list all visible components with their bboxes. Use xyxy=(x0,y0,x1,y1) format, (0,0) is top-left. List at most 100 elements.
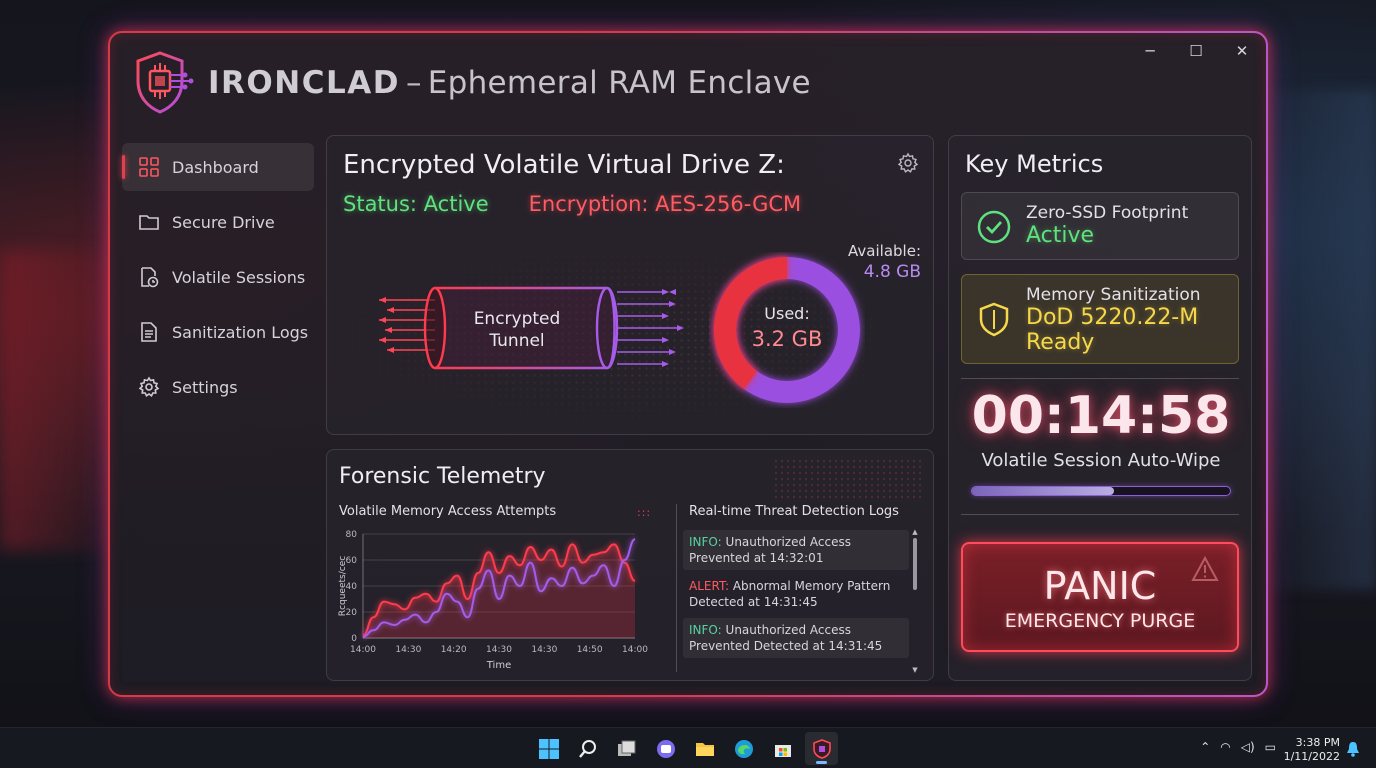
clock-time: 3:38 PM xyxy=(1295,736,1340,749)
taskbar-clock[interactable]: 3:38 PM 1/11/2022 xyxy=(1284,736,1340,764)
x-tick-label: 14:30 xyxy=(395,645,421,655)
memory-sanitization-card: Memory Sanitization DoD 5220.22-M Ready xyxy=(961,274,1239,364)
maximize-button[interactable]: ☐ xyxy=(1186,41,1206,61)
available-label: Available: xyxy=(848,242,921,260)
wifi-icon[interactable]: ◠ xyxy=(1220,740,1230,754)
threat-log-list: INFO: Unauthorized Access Prevented at 1… xyxy=(683,530,909,662)
zero-ssd-card: Zero-SSD Footprint Active xyxy=(961,192,1239,260)
ssd-label: Zero-SSD Footprint xyxy=(1026,203,1189,223)
store-icon[interactable] xyxy=(766,732,799,765)
sidebar-item-settings[interactable]: Settings xyxy=(122,363,314,411)
available-info: Available: 4.8 GB xyxy=(848,242,921,282)
chevron-up-icon[interactable]: ⌃ xyxy=(1200,740,1210,754)
log-entry[interactable]: INFO: Unauthorized Access Prevented at 1… xyxy=(683,530,909,570)
available-value: 4.8 GB xyxy=(863,262,921,282)
battery-icon[interactable]: ▭ xyxy=(1265,740,1276,754)
drive-settings-gear-icon[interactable] xyxy=(897,152,919,174)
mem-label: Memory Sanitization xyxy=(1026,285,1201,305)
progress-fill xyxy=(972,487,1114,495)
x-tick-label: 14:30 xyxy=(531,645,557,655)
scroll-up-arrow-icon[interactable]: ▲ xyxy=(911,528,919,536)
divider xyxy=(961,514,1239,515)
y-axis-label: Rcqueets/ceс xyxy=(338,556,348,616)
chart-title: Volatile Memory Access Attempts xyxy=(339,504,557,519)
used-label: Used: xyxy=(764,304,810,323)
tunnel-label: Encrypted Tunnel xyxy=(457,308,577,352)
app-subtitle: Ephemeral RAM Enclave xyxy=(427,65,811,101)
log-level: INFO: xyxy=(689,623,722,637)
timer-label: Volatile Session Auto-Wipe xyxy=(981,450,1221,471)
card-text: Zero-SSD Footprint Active xyxy=(1026,203,1188,248)
panic-emergency-purge-button[interactable]: PANIC EMERGENCY PURGE xyxy=(961,542,1239,652)
logs-title: Real-time Threat Detection Logs xyxy=(689,504,899,519)
donut-center: Used: 3.2 GB xyxy=(709,304,865,351)
metrics-title: Key Metrics xyxy=(965,150,1104,178)
system-tray: ⌃ ◠ ◁) ▭ xyxy=(1200,740,1276,754)
tunnel-label-line-2: Tunnel xyxy=(489,331,545,351)
chart-legend-icon[interactable]: ::: xyxy=(637,506,651,519)
app-title: IRONCLAD – Ephemeral RAM Enclave xyxy=(208,65,811,101)
folder-icon xyxy=(138,211,160,233)
scroll-thumb[interactable] xyxy=(913,538,917,590)
clock-date: 1/11/2022 xyxy=(1283,750,1340,763)
sidebar-item-label: Dashboard xyxy=(172,157,259,177)
sidebar-item-dashboard[interactable]: Dashboard xyxy=(122,143,314,191)
dot-pattern-decoration xyxy=(773,458,923,498)
task-view-icon[interactable] xyxy=(610,732,643,765)
warning-triangle-icon xyxy=(1191,556,1219,581)
sidebar: Dashboard Secure Drive Volatile Sessions… xyxy=(122,143,314,418)
telemetry-title: Forensic Telemetry xyxy=(339,464,546,489)
used-value: 3.2 GB xyxy=(751,327,823,351)
sidebar-item-volatile-sessions[interactable]: Volatile Sessions xyxy=(122,253,314,301)
app-window: ─ ☐ ✕ IRONCLAD – Ephemeral RAM Enclave Das… xyxy=(108,31,1268,697)
tunnel-label-line-1: Encrypted xyxy=(473,309,561,329)
window-controls: ─ ☐ ✕ xyxy=(1140,41,1252,61)
auto-wipe-timer: 00:14:58 xyxy=(971,386,1231,446)
x-tick-label: 14:00 xyxy=(622,645,648,655)
windows-start-icon[interactable] xyxy=(532,732,565,765)
x-tick-label: 14:20 xyxy=(441,645,467,655)
sidebar-item-label: Volatile Sessions xyxy=(172,267,306,287)
log-scrollbar[interactable]: ▲ ▼ xyxy=(911,528,919,674)
brand-name: IRONCLAD xyxy=(208,65,400,101)
search-icon[interactable] xyxy=(571,732,604,765)
sidebar-item-sanitization-logs[interactable]: Sanitization Logs xyxy=(122,308,314,356)
x-tick-label: 14:00 xyxy=(350,645,376,655)
title-separator: – xyxy=(405,65,422,101)
sidebar-item-secure-drive[interactable]: Secure Drive xyxy=(122,198,314,246)
document-clock-icon xyxy=(138,266,160,288)
series-area xyxy=(363,544,635,638)
mem-value-line-2: Ready xyxy=(1026,330,1095,355)
x-tick-label: 14:50 xyxy=(577,645,603,655)
dashboard-grid-icon xyxy=(138,156,160,178)
document-lines-icon xyxy=(138,321,160,343)
edge-browser-icon[interactable] xyxy=(727,732,760,765)
sidebar-item-label: Secure Drive xyxy=(172,212,275,232)
drive-panel: Encrypted Volatile Virtual Drive Z: Stat… xyxy=(326,135,934,435)
sidebar-item-label: Settings xyxy=(172,377,238,397)
ironclad-shield-logo-icon xyxy=(136,51,194,114)
log-entry[interactable]: ALERT: Abnormal Memory Pattern Detected … xyxy=(683,574,909,614)
minimize-button[interactable]: ─ xyxy=(1140,41,1160,61)
scroll-down-arrow-icon[interactable]: ▼ xyxy=(911,666,919,674)
background-glow-right xyxy=(1256,90,1376,590)
close-button[interactable]: ✕ xyxy=(1232,41,1252,61)
volume-icon[interactable]: ◁) xyxy=(1241,740,1255,754)
telemetry-panel: Forensic Telemetry Volatile Memory Acces… xyxy=(326,449,934,681)
x-tick-label: 14:30 xyxy=(486,645,512,655)
x-axis-label: Time xyxy=(486,660,511,671)
sidebar-item-label: Sanitization Logs xyxy=(172,322,309,342)
log-level: ALERT: xyxy=(689,579,729,593)
ironclad-app-icon[interactable] xyxy=(805,732,838,765)
drive-status: Status: Active xyxy=(343,192,489,216)
gear-icon xyxy=(138,376,160,398)
taskbar-apps xyxy=(532,732,838,765)
chat-icon[interactable] xyxy=(649,732,682,765)
drive-title: Encrypted Volatile Virtual Drive Z: xyxy=(343,150,785,180)
notification-bell-icon[interactable] xyxy=(1346,741,1360,757)
log-entry[interactable]: INFO: Unauthorized Access Prevented Dete… xyxy=(683,618,909,658)
file-explorer-icon[interactable] xyxy=(688,732,721,765)
drive-encryption: Encryption: AES-256-GCM xyxy=(528,192,802,216)
divider xyxy=(676,504,677,672)
check-circle-icon xyxy=(977,210,1011,244)
